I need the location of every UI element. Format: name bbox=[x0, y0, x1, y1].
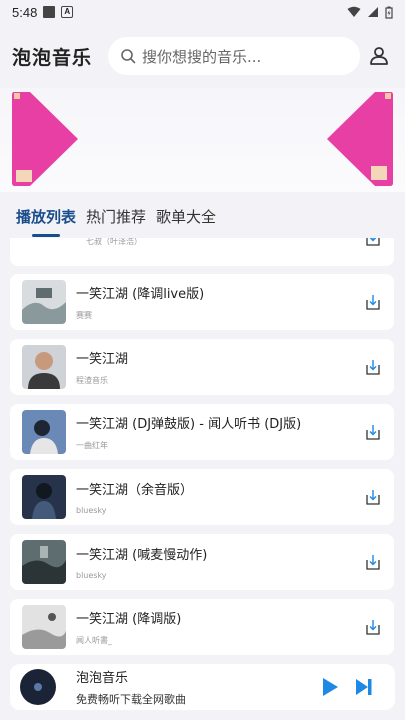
song-artist: 一曲红年 bbox=[76, 441, 108, 450]
banner-right-graphic bbox=[327, 92, 393, 186]
download-icon[interactable] bbox=[364, 618, 382, 636]
song-card[interactable]: 一笑江湖（余音版） bluesky bbox=[10, 469, 394, 525]
battery-icon bbox=[385, 6, 393, 19]
download-icon[interactable] bbox=[364, 553, 382, 571]
notification-icon bbox=[43, 6, 56, 18]
song-title: 一笑江湖 (喊麦慢动作) bbox=[76, 548, 208, 563]
song-title: 一笑江湖 (降调版) bbox=[76, 612, 182, 627]
song-title: 一笑江湖 bbox=[76, 352, 129, 367]
status-bar: 5:48 A bbox=[0, 0, 405, 24]
song-artist: bluesky bbox=[76, 571, 107, 580]
download-icon[interactable] bbox=[364, 488, 382, 506]
download-icon[interactable] bbox=[364, 358, 382, 376]
play-icon[interactable] bbox=[321, 677, 339, 697]
wifi-icon bbox=[347, 6, 361, 17]
next-icon[interactable] bbox=[355, 678, 373, 696]
search-icon bbox=[121, 49, 136, 64]
song-artist: 程渣音乐 bbox=[76, 376, 108, 385]
header: 泡泡音乐 搜你想搜的音乐... bbox=[0, 28, 405, 84]
tab-bar: 播放列表 热门推荐 歌单大全 bbox=[0, 200, 405, 237]
download-icon[interactable] bbox=[364, 423, 382, 441]
player-title: 泡泡音乐 bbox=[76, 671, 129, 686]
song-card[interactable]: 一笑江湖 (喊麦慢动作) bluesky bbox=[10, 534, 394, 590]
song-card[interactable]: 七叔（叶泽浩） bbox=[10, 238, 394, 266]
banner-left-graphic bbox=[12, 92, 78, 186]
song-artist: 闻人听書_ bbox=[76, 636, 112, 645]
search-placeholder: 搜你想搜的音乐... bbox=[142, 47, 262, 66]
song-title: 一笑江湖 (降调live版) bbox=[76, 287, 205, 302]
album-cover bbox=[22, 540, 66, 584]
vinyl-disc-icon bbox=[20, 669, 56, 705]
album-cover bbox=[22, 475, 66, 519]
song-artist: 赛赛 bbox=[76, 311, 92, 320]
song-card[interactable]: 一笑江湖 (DJ弹鼓版) - 闻人听书 (DJ版) 一曲红年 bbox=[10, 404, 394, 460]
song-title: 一笑江湖 (DJ弹鼓版) - 闻人听书 (DJ版) bbox=[76, 417, 302, 432]
song-artist: bluesky bbox=[76, 506, 107, 515]
app-notification-icon: A bbox=[61, 6, 74, 18]
album-cover bbox=[22, 410, 66, 454]
player-subtitle: 免费畅听下载全网歌曲 bbox=[76, 693, 186, 706]
signal-icon bbox=[368, 7, 378, 17]
song-card[interactable]: 一笑江湖 程渣音乐 bbox=[10, 339, 394, 395]
song-title: 一笑江湖（余音版） bbox=[76, 483, 194, 498]
album-cover bbox=[22, 605, 66, 649]
song-card[interactable]: 一笑江湖 (降调版) 闻人听書_ bbox=[10, 599, 394, 655]
status-time: 5:48 bbox=[12, 4, 38, 20]
user-icon bbox=[370, 47, 388, 65]
mini-player[interactable]: 泡泡音乐 免费畅听下载全网歌曲 bbox=[10, 664, 395, 710]
song-card[interactable]: 一笑江湖 (降调live版) 赛赛 bbox=[10, 274, 394, 330]
tab-hot-recommend[interactable]: 热门推荐 bbox=[86, 206, 146, 229]
download-icon[interactable] bbox=[364, 293, 382, 311]
banner-carousel[interactable] bbox=[0, 88, 405, 192]
download-icon[interactable] bbox=[364, 238, 382, 247]
user-button[interactable] bbox=[365, 42, 393, 70]
tab-playlist-collection[interactable]: 歌单大全 bbox=[156, 206, 216, 229]
app-title: 泡泡音乐 bbox=[12, 46, 93, 69]
song-artist: 七叔（叶泽浩） bbox=[86, 238, 142, 246]
tab-playlist[interactable]: 播放列表 bbox=[16, 206, 76, 237]
album-cover bbox=[22, 345, 66, 389]
album-cover bbox=[22, 280, 66, 324]
song-list[interactable]: 七叔（叶泽浩） 一笑江湖 (降调live版) 赛赛 一笑江湖 程渣音乐 一笑江湖… bbox=[0, 238, 405, 663]
search-input[interactable]: 搜你想搜的音乐... bbox=[108, 37, 361, 75]
